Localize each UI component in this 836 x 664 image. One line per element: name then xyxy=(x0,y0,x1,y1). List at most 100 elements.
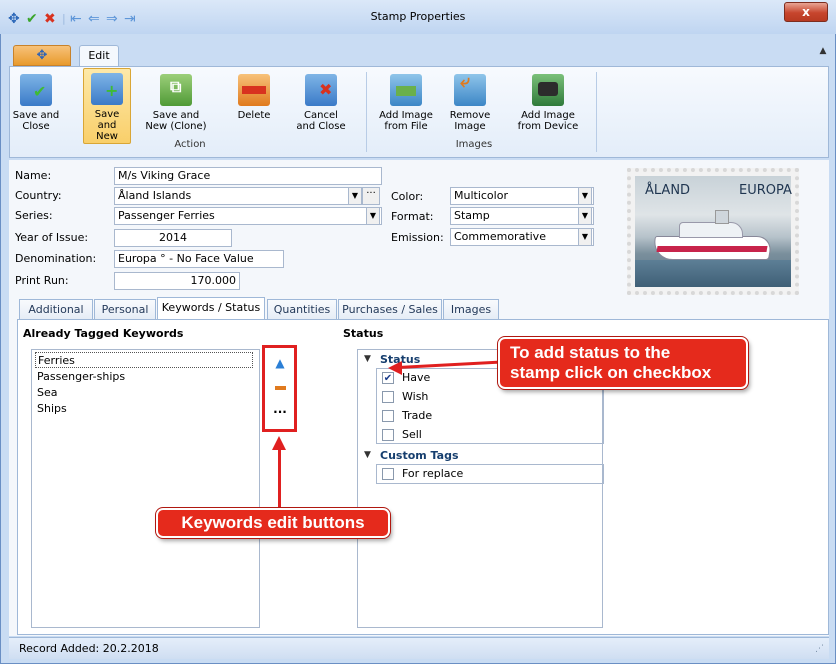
ribbon-group-action-label: Action xyxy=(174,139,206,150)
last-record-icon[interactable]: ⇥ xyxy=(124,12,136,26)
list-item[interactable]: Ships xyxy=(37,401,67,417)
status-bar: Record Added: 20.2.2018 ⋰ xyxy=(9,637,829,659)
stamp-europa-text: EUROPA xyxy=(739,183,792,198)
tab-keywords-status[interactable]: Keywords / Status xyxy=(157,297,265,320)
series-label: Series: xyxy=(15,209,53,222)
ship-funnel-graphic xyxy=(715,210,729,224)
chevron-down-icon[interactable]: ▼ xyxy=(364,450,376,460)
list-item[interactable]: Passenger-ships xyxy=(37,369,125,385)
arrow-head-icon xyxy=(272,436,286,450)
keywords-list[interactable]: Ferries Passenger-ships Sea Ships xyxy=(31,349,260,628)
first-record-icon[interactable]: ⇤ xyxy=(70,12,82,26)
add-image-file-icon xyxy=(390,74,422,106)
delete-icon xyxy=(238,74,270,106)
save-new-icon: + xyxy=(91,73,123,105)
status-label-trade: Trade xyxy=(402,409,433,422)
move-icon[interactable]: ✥ xyxy=(8,12,20,26)
status-label-for-replace: For replace xyxy=(402,467,464,480)
save-and-close-button[interactable]: ✔ Save and Close xyxy=(12,70,60,142)
remove-keyword-button[interactable] xyxy=(272,380,288,396)
edit-keywords-icon[interactable]: ··· xyxy=(272,404,288,420)
save-and-new-clone-button[interactable]: ⧉ Save and New (Clone) xyxy=(143,70,209,142)
close-record-icon[interactable]: ✖ xyxy=(44,12,56,26)
chevron-down-icon[interactable]: ▼ xyxy=(348,187,362,205)
year-label: Year of Issue: xyxy=(15,231,89,244)
keywords-callout: Keywords edit buttons xyxy=(156,508,390,538)
year-field[interactable]: 2014 xyxy=(114,229,232,247)
add-image-from-file-button[interactable]: Add Image from File xyxy=(377,70,435,142)
tab-quantities[interactable]: Quantities xyxy=(267,299,337,319)
format-select[interactable]: Stamp xyxy=(450,207,594,225)
format-label: Format: xyxy=(391,210,434,223)
save-clone-icon: ⧉ xyxy=(160,74,192,106)
tab-additional[interactable]: Additional xyxy=(19,299,93,319)
print-run-label: Print Run: xyxy=(15,274,69,287)
emission-select[interactable]: Commemorative xyxy=(450,228,594,246)
color-select[interactable]: Multicolor xyxy=(450,187,594,205)
stamp-picture: ÅLAND EUROPA xyxy=(635,176,792,287)
checkbox-for-replace[interactable] xyxy=(382,468,394,480)
annotation-arrow xyxy=(278,448,281,508)
more-options-icon[interactable]: ··· xyxy=(362,187,380,205)
emission-label: Emission: xyxy=(391,231,444,244)
series-select[interactable]: Passenger Ferries xyxy=(114,207,382,225)
arrow-head-icon xyxy=(388,361,402,375)
denomination-label: Denomination: xyxy=(15,252,97,265)
denomination-field[interactable]: Europa ° - No Face Value xyxy=(114,250,284,268)
tab-personal[interactable]: Personal xyxy=(94,299,156,319)
list-item[interactable]: Sea xyxy=(37,385,58,401)
application-menu-button[interactable]: ✥ xyxy=(13,45,71,66)
checkbox-trade[interactable] xyxy=(382,410,394,422)
custom-tags-group-label: Custom Tags xyxy=(380,449,459,462)
chevron-down-icon[interactable]: ▼ xyxy=(578,228,592,246)
chevron-down-icon[interactable]: ▼ xyxy=(364,354,376,364)
print-run-field[interactable]: 170.000 xyxy=(114,272,240,290)
color-label: Color: xyxy=(391,190,424,203)
ribbon-collapse-icon[interactable]: ▲ xyxy=(816,46,830,60)
status-callout: To add status to the stamp click on chec… xyxy=(498,337,748,389)
resize-grip-icon[interactable]: ⋰ xyxy=(815,644,824,654)
remove-image-icon: ⤶ xyxy=(454,73,486,106)
ribbon-group-separator xyxy=(366,72,367,152)
minus-icon xyxy=(274,386,286,390)
status-label-sell: Sell xyxy=(402,428,422,441)
status-bar-text: Record Added: 20.2.2018 xyxy=(19,642,159,655)
status-header: Status xyxy=(343,327,384,340)
chevron-down-icon[interactable]: ▼ xyxy=(578,187,592,205)
tab-images[interactable]: Images xyxy=(443,299,499,319)
tab-purchases-sales[interactable]: Purchases / Sales xyxy=(338,299,442,319)
status-label-have: Have xyxy=(402,371,431,384)
add-image-from-device-button[interactable]: Add Image from Device xyxy=(515,70,581,142)
status-tree: ▼ Status ✔ Have Wish Trade Sell ▼ Custom… xyxy=(357,349,604,628)
country-select[interactable]: Åland Islands xyxy=(114,187,362,205)
add-image-device-icon xyxy=(532,74,564,106)
save-close-icon: ✔ xyxy=(20,74,52,106)
cancel-and-close-button[interactable]: ✖ Cancel and Close xyxy=(294,70,348,142)
list-item[interactable]: Ferries xyxy=(35,352,253,368)
keywords-header: Already Tagged Keywords xyxy=(23,327,184,340)
chevron-down-icon[interactable]: ▼ xyxy=(578,207,592,225)
ship-superstructure-graphic xyxy=(679,222,743,238)
ribbon-group-images-label: Images xyxy=(455,139,493,150)
stamp-image[interactable]: ÅLAND EUROPA xyxy=(627,168,799,295)
name-field[interactable]: M/s Viking Grace xyxy=(114,167,382,185)
previous-record-icon[interactable]: ⇐ xyxy=(88,12,100,26)
status-label-wish: Wish xyxy=(402,390,429,403)
checkbox-wish[interactable] xyxy=(382,391,394,403)
stamp-country-text: ÅLAND xyxy=(645,183,691,198)
remove-image-button[interactable]: ⤶ Remove Image xyxy=(446,70,494,142)
chevron-down-icon[interactable]: ▼ xyxy=(366,207,380,225)
name-label: Name: xyxy=(15,169,52,182)
separator-icon: | xyxy=(62,12,66,25)
ribbon-group-separator xyxy=(596,72,597,152)
window-close-button[interactable]: x xyxy=(784,2,828,22)
add-keyword-icon[interactable]: ▲ xyxy=(272,355,288,371)
delete-button[interactable]: Delete xyxy=(230,70,278,142)
checkbox-sell[interactable] xyxy=(382,429,394,441)
cancel-close-icon: ✖ xyxy=(305,74,337,106)
ribbon-tab-edit[interactable]: Edit xyxy=(79,45,119,67)
save-and-new-button[interactable]: + Save and New xyxy=(83,68,131,144)
next-record-icon[interactable]: ⇒ xyxy=(106,12,118,26)
sea-graphic xyxy=(635,260,791,287)
checkmark-icon[interactable]: ✔ xyxy=(26,12,38,26)
